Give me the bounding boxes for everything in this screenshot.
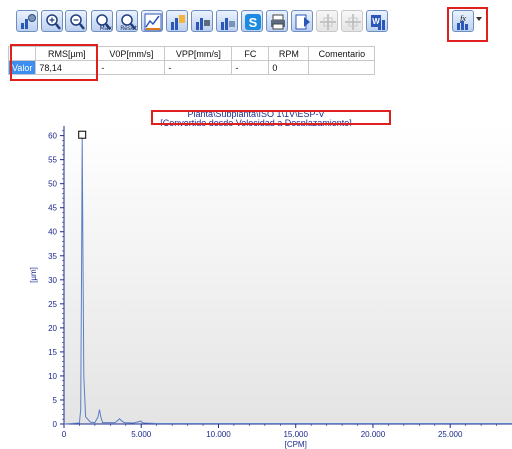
y-tick-label: 0 (53, 420, 58, 429)
y-tick-label: 60 (48, 132, 57, 141)
y-tick-label: 15 (48, 348, 57, 357)
plot-area (64, 126, 512, 424)
y-tick-label: 20 (48, 324, 57, 333)
y-axis-title: [µm] (29, 267, 38, 283)
y-tick-label: 55 (48, 156, 57, 165)
x-tick-label: 15.000 (283, 430, 308, 439)
y-tick-label: 45 (48, 204, 57, 213)
x-tick-label: 5.000 (131, 430, 152, 439)
x-tick-label: 0 (62, 430, 67, 439)
x-axis-title: [CPM] (285, 440, 307, 449)
y-tick-label: 30 (48, 276, 57, 285)
y-tick-label: 5 (53, 396, 58, 405)
x-tick-label: 10.000 (206, 430, 231, 439)
y-tick-label: 10 (48, 372, 57, 381)
x-tick-label: 20.000 (361, 430, 386, 439)
y-tick-label: 50 (48, 180, 57, 189)
y-tick-label: 25 (48, 300, 57, 309)
spectrum-chart[interactable]: 0 5 10 15 20 25 30 35 40 45 50 55 60 0 5.000 10.000 15.0… (0, 0, 512, 449)
y-tick-label: 35 (48, 252, 57, 261)
x-tick-label: 25.000 (438, 430, 463, 439)
y-tick-label: 40 (48, 228, 57, 237)
peak-marker[interactable] (78, 130, 87, 139)
